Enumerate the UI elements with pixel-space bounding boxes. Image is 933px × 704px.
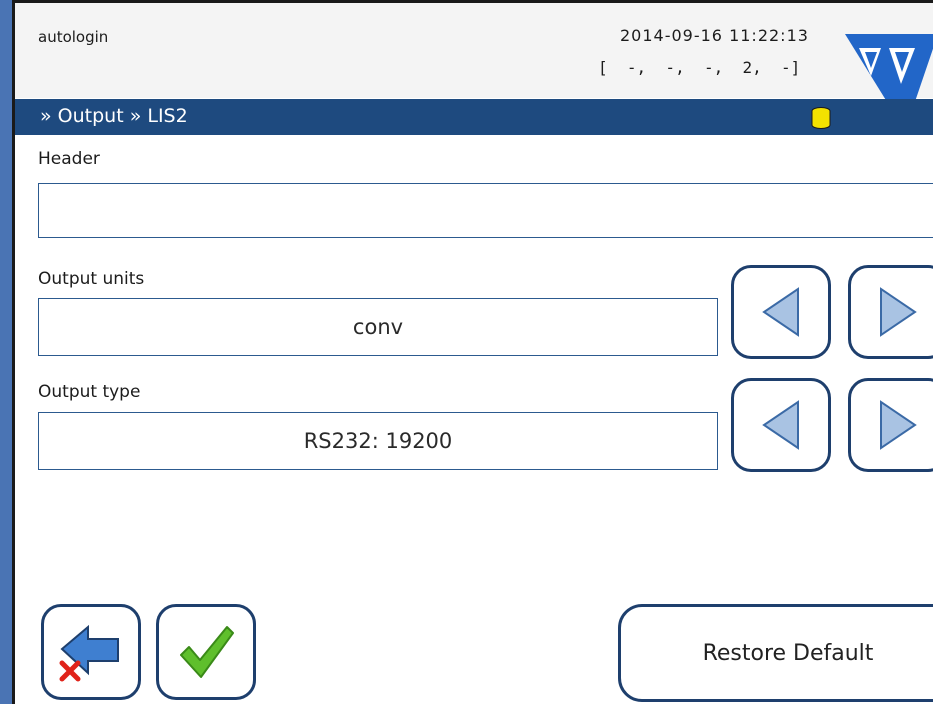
breadcrumb: » Output » LIS2 [40,105,188,127]
status-counters: [ -, -, -, 2, -] [598,58,801,77]
output-type-value: RS232: 19200 [38,412,718,470]
device-screen: autologin 2014-09-16 11:22:13 [ -, -, -,… [12,0,933,704]
date-time: 2014-09-16 11:22:13 [620,26,809,45]
back-arrow-icon [59,624,119,682]
user-name: autologin [38,28,109,46]
header-label: Header [38,149,100,169]
status-bar: autologin 2014-09-16 11:22:13 [ -, -, -,… [15,3,933,98]
checkmark-icon [180,626,234,678]
output-units-prev-button[interactable] [731,265,831,359]
cancel-back-button[interactable] [41,604,141,700]
output-units-next-button[interactable] [848,265,933,359]
arrow-right-icon [880,287,917,337]
arrow-left-icon [762,400,799,450]
confirm-button[interactable] [156,604,256,700]
title-bar: » Output » LIS2 [15,99,933,135]
output-units-value: conv [38,298,718,356]
database-icon [811,107,831,129]
output-type-next-button[interactable] [848,378,933,472]
output-units-label: Output units [38,269,145,289]
output-type-prev-button[interactable] [731,378,831,472]
arrow-left-icon [762,287,799,337]
cancel-x-icon [59,660,81,682]
header-input[interactable] [38,183,933,238]
output-type-label: Output type [38,382,141,402]
restore-default-button[interactable]: Restore Default [618,604,933,702]
left-edge-strip [0,0,12,704]
arrow-right-icon [880,400,917,450]
